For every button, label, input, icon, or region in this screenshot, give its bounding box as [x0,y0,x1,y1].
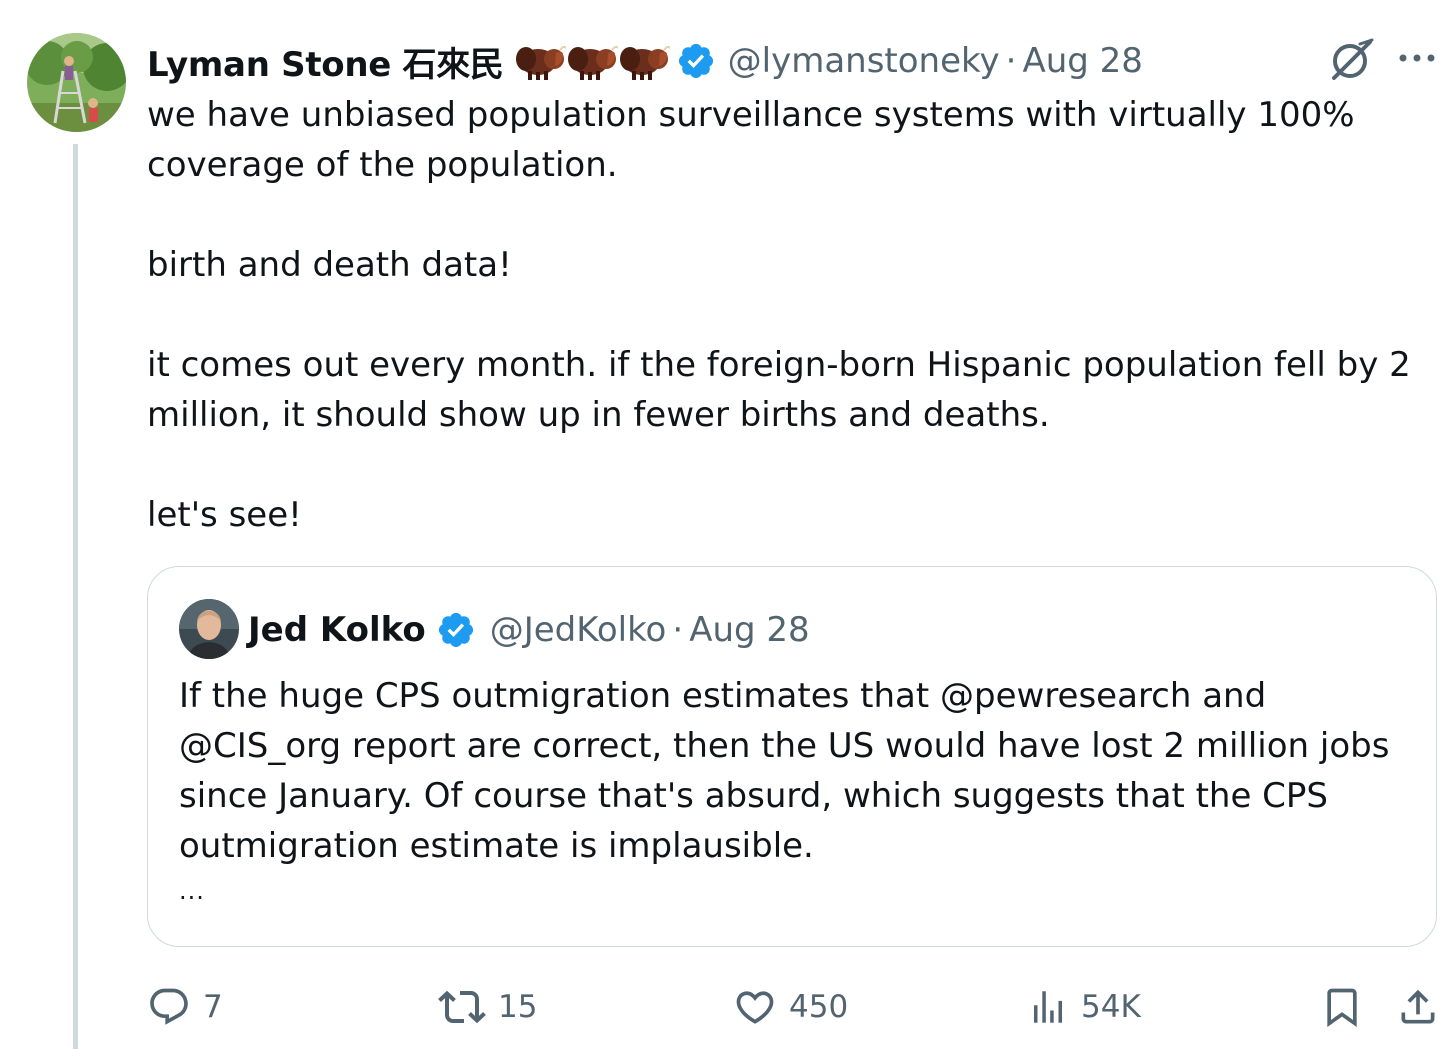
bison-icon [567,41,619,81]
bison-icon [619,41,671,81]
quoted-author-avatar[interactable] [179,599,239,659]
share-icon [1396,984,1440,1030]
tweet-date[interactable]: Aug 28 [1022,41,1142,81]
tweet-paragraph: let's see! [147,495,302,535]
heart-icon [733,985,777,1029]
grok-icon[interactable] [1328,38,1374,82]
quoted-tweet-date[interactable]: Aug 28 [689,610,809,650]
reply-icon [147,985,191,1029]
tweet-header: Lyman Stone 石來民 @lymanstoneky · Aug 28 [147,36,1143,86]
tweet-text: we have unbiased population surveillance… [147,90,1437,540]
thread-line [73,144,78,1049]
tweet-action-bar: 7 15 450 54K [0,982,1456,1032]
verified-badge-icon[interactable] [676,41,716,81]
tweet-paragraph: birth and death data! [147,245,512,285]
reply-button[interactable]: 7 [147,982,223,1032]
like-count: 450 [789,989,849,1025]
views-icon [1027,986,1069,1028]
like-button[interactable]: 450 [733,982,848,1032]
quoted-tweet-header: Jed Kolko @JedKolko · Aug 28 [248,605,810,655]
reply-count: 7 [203,989,223,1025]
tweet-paragraph: we have unbiased population surveillance… [147,95,1355,185]
views-count: 54K [1081,989,1141,1025]
share-button[interactable] [1396,982,1440,1032]
author-display-name[interactable]: Lyman Stone 石來民 [147,37,504,86]
quoted-tweet-card[interactable]: Jed Kolko @JedKolko · Aug 28 If the huge… [147,566,1437,947]
repost-icon [438,983,486,1031]
views-button[interactable]: 54K [1027,982,1141,1032]
author-handle[interactable]: @lymanstoneky [728,41,1000,81]
repost-count: 15 [498,989,538,1025]
quoted-tweet-truncation: ... [179,877,205,905]
quoted-tweet-text: If the huge CPS outmigration estimates t… [179,676,1390,866]
quoted-author-display-name[interactable]: Jed Kolko [248,610,426,650]
author-avatar[interactable] [27,33,126,132]
header-separator: · [1005,41,1017,81]
quoted-author-handle[interactable]: @JedKolko [490,610,667,650]
author-emoji-badges [515,41,672,81]
tweet-paragraph: it comes out every month. if the foreign… [147,345,1411,435]
repost-button[interactable]: 15 [438,982,537,1032]
more-icon[interactable] [1397,44,1437,74]
bookmark-icon [1320,984,1364,1030]
verified-badge-icon[interactable] [436,610,476,650]
bison-icon [515,41,567,81]
bookmark-button[interactable] [1320,982,1364,1032]
quoted-header-separator: · [672,610,684,650]
